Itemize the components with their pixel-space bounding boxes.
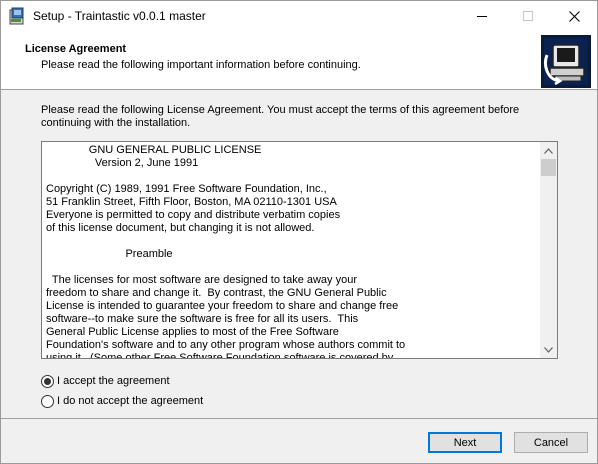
close-icon: [568, 10, 580, 22]
minimize-icon: [477, 16, 487, 17]
scroll-down-button[interactable]: [540, 341, 557, 358]
page-title: License Agreement: [25, 43, 127, 55]
page-subtitle: Please read the following important info…: [41, 59, 361, 71]
cancel-button[interactable]: Cancel: [514, 432, 588, 453]
next-button[interactable]: Next: [428, 432, 502, 453]
close-button[interactable]: [551, 1, 597, 31]
scroll-up-arrow-icon: [544, 147, 553, 154]
title-bar[interactable]: Setup - Traintastic v0.0.1 master: [1, 1, 597, 31]
license-scrollbar[interactable]: [540, 142, 557, 358]
license-text-box[interactable]: GNU GENERAL PUBLIC LICENSE Version 2, Ju…: [41, 141, 558, 359]
wizard-header: License Agreement Please read the follow…: [1, 31, 597, 90]
accept-label: I accept the agreement: [57, 375, 170, 387]
maximize-button: [505, 1, 551, 31]
scroll-up-button[interactable]: [540, 142, 557, 159]
accept-radio[interactable]: [41, 374, 54, 388]
decline-option[interactable]: I do not accept the agreement: [41, 393, 203, 409]
maximize-icon: [523, 11, 533, 21]
computer-install-icon: [541, 35, 591, 88]
scroll-thumb[interactable]: [541, 159, 556, 176]
footer-divider: [1, 418, 597, 419]
setup-app-icon: [9, 7, 26, 25]
decline-radio[interactable]: [41, 394, 54, 408]
scroll-down-arrow-icon: [544, 346, 553, 353]
minimize-button[interactable]: [459, 1, 505, 31]
setup-window: Setup - Traintastic v0.0.1 master Licens…: [0, 0, 598, 464]
license-text: GNU GENERAL PUBLIC LICENSE Version 2, Ju…: [46, 144, 406, 359]
window-title: Setup - Traintastic v0.0.1 master: [33, 9, 206, 23]
intro-text: Please read the following License Agreem…: [41, 104, 520, 129]
accept-option[interactable]: I accept the agreement: [41, 373, 170, 389]
decline-label: I do not accept the agreement: [57, 395, 204, 407]
